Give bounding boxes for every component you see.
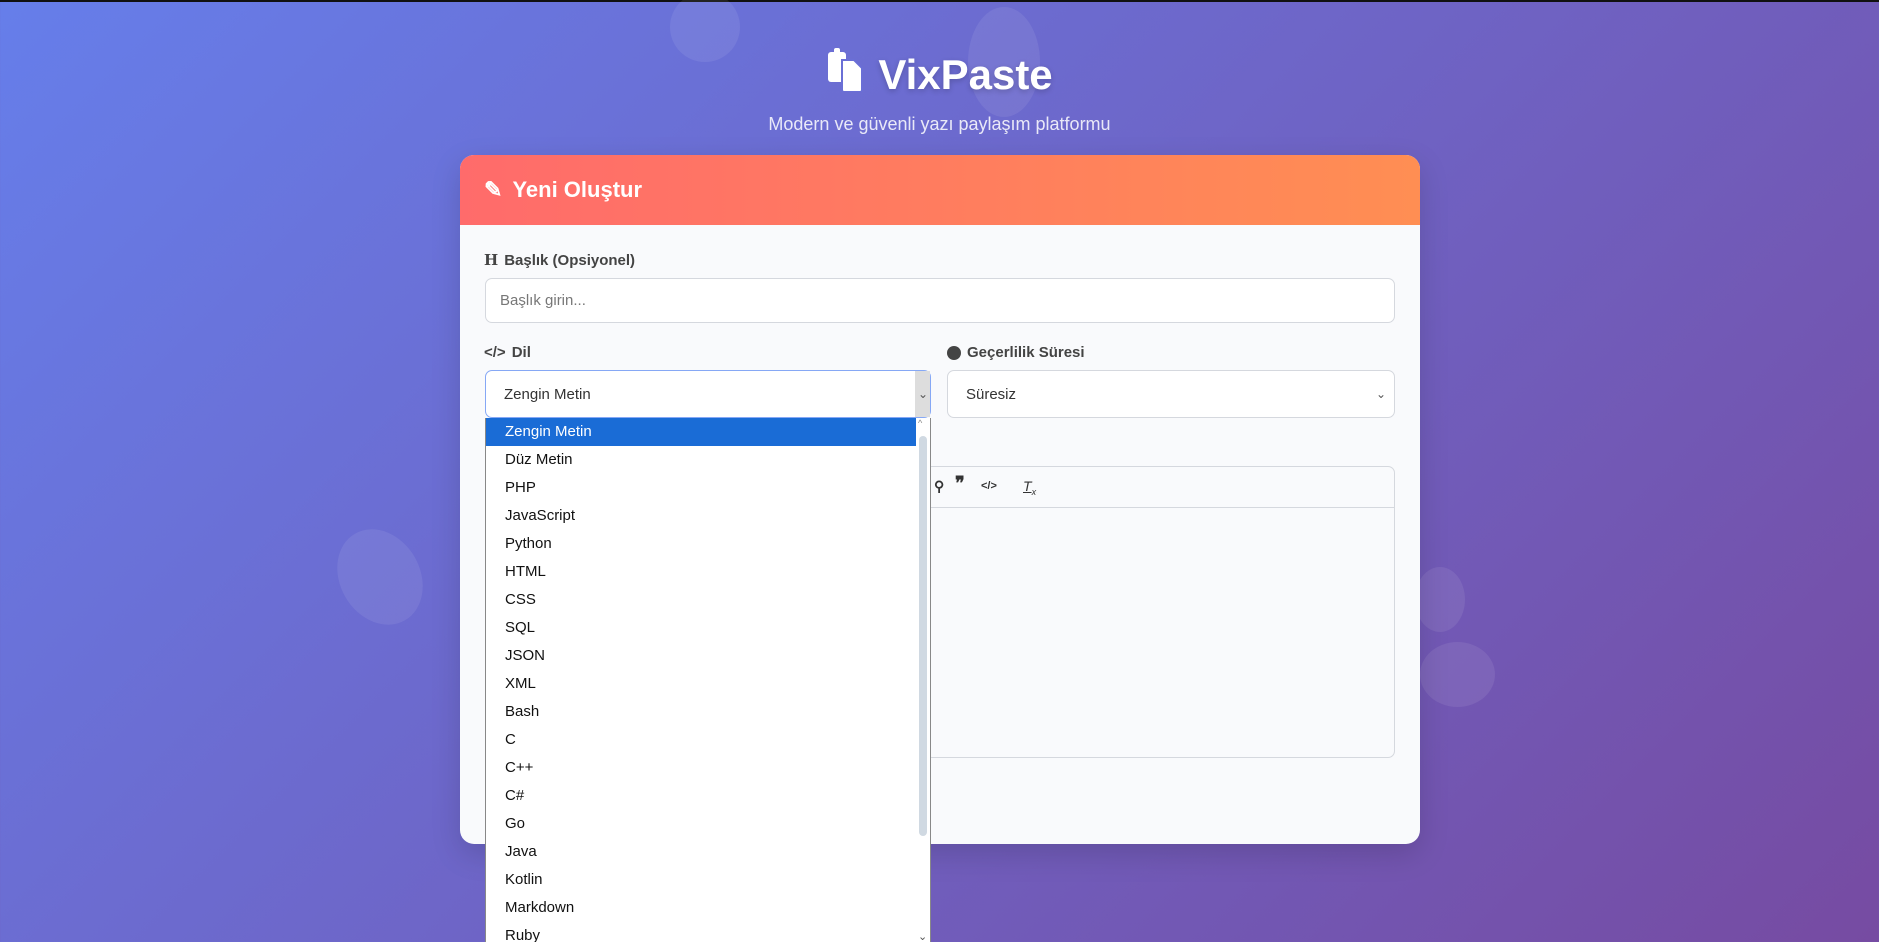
clock-icon bbox=[947, 345, 961, 360]
brand-subtitle: Modern ve güvenli yazı paylaşım platform… bbox=[768, 114, 1111, 134]
dropdown-option[interactable]: Java bbox=[486, 838, 918, 866]
brand-header: VixPaste Modern ve güvenli yazı paylaşım… bbox=[0, 48, 1879, 135]
dropdown-option[interactable]: CSS bbox=[486, 586, 918, 614]
dropdown-option[interactable]: Düz Metin bbox=[486, 446, 918, 474]
dropdown-option[interactable]: PHP bbox=[486, 474, 918, 502]
edit-icon: ✎ bbox=[484, 177, 503, 202]
dropdown-option[interactable]: Bash bbox=[486, 698, 918, 726]
chevron-down-icon: ⌄ bbox=[1375, 387, 1386, 401]
heading-icon: H bbox=[484, 251, 499, 269]
dropdown-option[interactable]: JSON bbox=[486, 642, 918, 670]
title-input[interactable]: Başlık girin... bbox=[485, 278, 1395, 323]
dropdown-option[interactable]: Kotlin bbox=[486, 866, 918, 894]
dropdown-option[interactable]: Zengin Metin bbox=[486, 418, 918, 446]
dropdown-option[interactable]: Go bbox=[486, 810, 918, 838]
card-header: ✎ Yeni Oluştur bbox=[460, 155, 1420, 225]
clear-format-icon[interactable]: Tx bbox=[1023, 478, 1036, 497]
language-dropdown-list[interactable]: ^ ⌄ Zengin Metin Düz Metin PHP JavaScript Pyt… bbox=[485, 418, 931, 942]
language-label: </> Dil bbox=[484, 344, 531, 361]
card-title: Yeni Oluştur bbox=[512, 177, 643, 202]
dropdown-option[interactable]: JavaScript bbox=[486, 502, 918, 530]
title-label: H Başlık (Opsiyonel) bbox=[484, 251, 636, 269]
dropdown-option[interactable]: Markdown bbox=[486, 894, 918, 922]
brand-title: VixPaste bbox=[878, 51, 1053, 98]
dropdown-scrollbar[interactable]: ^ ⌄ bbox=[916, 418, 930, 942]
language-select[interactable]: Zengin Metin ⌄ bbox=[485, 370, 931, 418]
dropdown-option[interactable]: Ruby bbox=[486, 922, 918, 942]
dropdown-option[interactable]: Python bbox=[486, 530, 918, 558]
dropdown-option[interactable]: C# bbox=[486, 782, 918, 810]
code-icon: </> bbox=[484, 344, 506, 361]
expiry-label: Geçerlilik Süresi bbox=[947, 344, 1085, 361]
bg-bubble bbox=[1420, 642, 1495, 707]
quote-icon[interactable]: ❞ bbox=[955, 473, 965, 494]
bg-bubble bbox=[1415, 567, 1465, 632]
dropdown-option[interactable]: XML bbox=[486, 670, 918, 698]
link-icon[interactable]: ⚲ bbox=[934, 478, 944, 495]
bg-bubble bbox=[320, 513, 440, 641]
editor-toolbar: ⚲ ❞ </> Tx bbox=[926, 467, 1394, 508]
dropdown-option[interactable]: HTML bbox=[486, 558, 918, 586]
dropdown-option[interactable]: C++ bbox=[486, 754, 918, 782]
clipboard-icon bbox=[826, 48, 866, 102]
dropdown-option[interactable]: C bbox=[486, 726, 918, 754]
rich-text-editor[interactable]: ⚲ ❞ </> Tx bbox=[925, 466, 1395, 758]
expiry-select[interactable]: Süresiz ⌄ bbox=[947, 370, 1395, 418]
chevron-down-icon: ⌄ bbox=[917, 387, 928, 401]
dropdown-option[interactable]: SQL bbox=[486, 614, 918, 642]
code-block-icon[interactable]: </> bbox=[981, 480, 997, 492]
